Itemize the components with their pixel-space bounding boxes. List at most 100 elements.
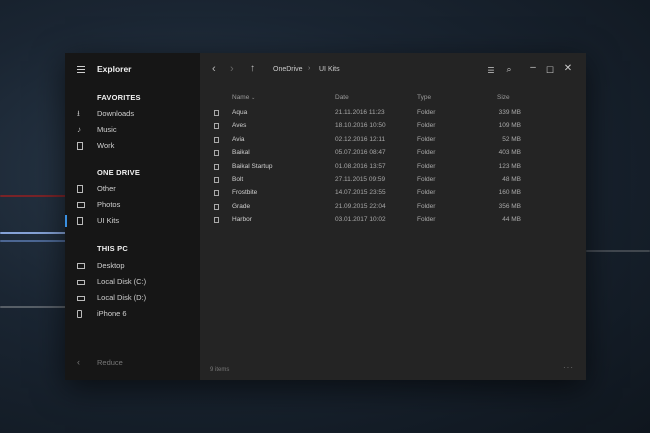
sidebar-item-local-disk-d[interactable]: Local Disk (D:) (65, 292, 200, 305)
file-type: Folder (417, 135, 436, 143)
back-arrow-icon[interactable]: ‹ (212, 63, 216, 75)
file-row[interactable]: Harbor 03.01.2017 10:02 Folder 44 MB (200, 214, 586, 227)
sidebar-item-ui-kits[interactable]: UI Kits (65, 215, 200, 228)
file-type: Folder (417, 162, 436, 170)
file-date: 01.08.2016 13:57 (335, 162, 386, 170)
column-header-label: Name (232, 94, 250, 101)
file-date: 21.09.2015 22:04 (335, 202, 386, 210)
column-header-type[interactable]: Type (417, 94, 431, 101)
section-title-one-drive: ONE DRIVE (97, 168, 141, 177)
file-size: 123 MB (498, 162, 521, 170)
file-row[interactable]: Avia 02.12.2016 12:11 Folder 52 MB (200, 134, 586, 147)
document-icon (77, 185, 83, 193)
sidebar: Explorer FAVORITES ⭳ Downloads ♪ Music W… (65, 53, 200, 380)
forward-arrow-icon[interactable]: › (230, 63, 234, 75)
file-row[interactable]: Grade 21.09.2015 22:04 Folder 356 MB (200, 201, 586, 214)
sidebar-item-label: Local Disk (D:) (97, 293, 147, 302)
file-date: 05.07.2016 08:47 (335, 149, 386, 157)
maximize-icon[interactable]: ☐ (544, 64, 556, 76)
sidebar-item-other[interactable]: Other (65, 183, 200, 196)
folder-icon (214, 123, 219, 130)
file-row[interactable]: Aves 18.10.2016 10:50 Folder 109 MB (200, 120, 586, 133)
file-size: 356 MB (498, 202, 521, 210)
monitor-icon (77, 263, 85, 269)
column-header-name[interactable]: Name ⌄ (232, 94, 255, 101)
file-name: Aves (232, 122, 247, 130)
background-light-streak (586, 250, 650, 252)
sidebar-item-photos[interactable]: Photos (65, 199, 200, 212)
app-title: Explorer (97, 64, 132, 74)
drive-icon (77, 280, 85, 285)
file-date: 21.11.2016 11:23 (335, 109, 385, 116)
column-header-size[interactable]: Size (497, 94, 510, 101)
drive-icon (77, 296, 85, 301)
file-row[interactable]: Baikal Startup 01.08.2016 13:57 Folder 123 … (200, 161, 586, 174)
download-icon: ⭳ (77, 109, 80, 118)
file-date: 27.11.2015 09:59 (335, 176, 386, 183)
file-row[interactable]: Baikal 05.07.2016 08:47 Folder 403 MB (200, 147, 586, 160)
file-date: 02.12.2016 12:11 (335, 135, 386, 143)
phone-icon (77, 310, 82, 318)
folder-icon (214, 110, 219, 116)
search-icon[interactable]: ⌕ (503, 63, 515, 75)
minimize-icon[interactable]: – (527, 62, 539, 74)
file-type: Folder (417, 202, 436, 210)
file-name: Avia (232, 135, 245, 143)
background-light-streak (0, 306, 70, 308)
file-size: 48 MB (502, 176, 521, 183)
sidebar-item-iphone[interactable]: iPhone 6 (65, 308, 200, 321)
file-size: 160 MB (498, 189, 521, 197)
sidebar-item-desktop[interactable]: Desktop (65, 260, 200, 273)
folder-icon (214, 217, 219, 224)
hamburger-menu-icon[interactable] (77, 66, 85, 75)
close-icon[interactable]: ✕ (562, 63, 574, 75)
file-type: Folder (417, 149, 436, 157)
file-size: 339 MB (498, 109, 521, 116)
file-type: Folder (417, 189, 436, 197)
sidebar-item-music[interactable]: ♪ Music (65, 124, 200, 137)
folder-icon (214, 177, 219, 183)
folder-icon (214, 203, 219, 210)
file-name: Baikal Startup (232, 162, 273, 170)
document-icon (77, 217, 83, 225)
folder-icon (214, 190, 219, 197)
file-type: Folder (417, 176, 436, 183)
folder-icon (214, 150, 219, 157)
music-icon: ♪ (77, 125, 81, 134)
folder-icon (214, 136, 219, 143)
sidebar-item-label: Work (97, 141, 115, 150)
sidebar-item-work[interactable]: Work (65, 140, 200, 153)
file-name: Harbor (232, 216, 252, 224)
sidebar-item-downloads[interactable]: ⭳ Downloads (65, 108, 200, 121)
section-title-this-pc: THIS PC (97, 244, 128, 253)
up-arrow-icon[interactable]: ↑ (250, 63, 255, 75)
file-row[interactable]: Bolt 27.11.2015 09:59 Folder 48 MB (200, 174, 586, 187)
chevron-left-icon: ‹ (77, 357, 80, 367)
file-size: 44 MB (502, 216, 521, 224)
file-size: 52 MB (502, 135, 521, 143)
breadcrumb-item[interactable]: UI Kits (319, 66, 340, 73)
column-header-date[interactable]: Date (335, 94, 349, 101)
sidebar-item-label: Downloads (97, 109, 135, 118)
file-row[interactable]: Aqua 21.11.2016 11:23 Folder 339 MB (200, 107, 586, 120)
status-item-count: 9 items (210, 367, 230, 373)
breadcrumb-item[interactable]: OneDrive (273, 66, 303, 73)
file-row[interactable]: Frostbite 14.07.2015 23:55 Folder 160 MB (200, 187, 586, 200)
file-size: 403 MB (498, 149, 521, 157)
document-icon (77, 142, 83, 150)
sidebar-item-label: Other (97, 184, 116, 193)
breadcrumb-separator-icon: › (308, 65, 311, 72)
folder-icon (214, 163, 219, 170)
sidebar-item-local-disk-c[interactable]: Local Disk (C:) (65, 276, 200, 289)
sort-filter-icon[interactable]: ☰ (485, 65, 497, 77)
sidebar-item-label: UI Kits (97, 216, 120, 225)
sidebar-item-label: Desktop (97, 261, 125, 270)
photo-icon (77, 202, 85, 208)
sidebar-item-label: iPhone 6 (97, 309, 127, 318)
explorer-window: Explorer FAVORITES ⭳ Downloads ♪ Music W… (65, 53, 586, 380)
file-name: Grade (232, 202, 251, 210)
reduce-button[interactable]: ‹ Reduce (65, 356, 200, 370)
sidebar-item-label: Music (97, 125, 117, 134)
file-type: Folder (417, 122, 436, 130)
more-options-icon[interactable]: ··· (563, 363, 574, 372)
